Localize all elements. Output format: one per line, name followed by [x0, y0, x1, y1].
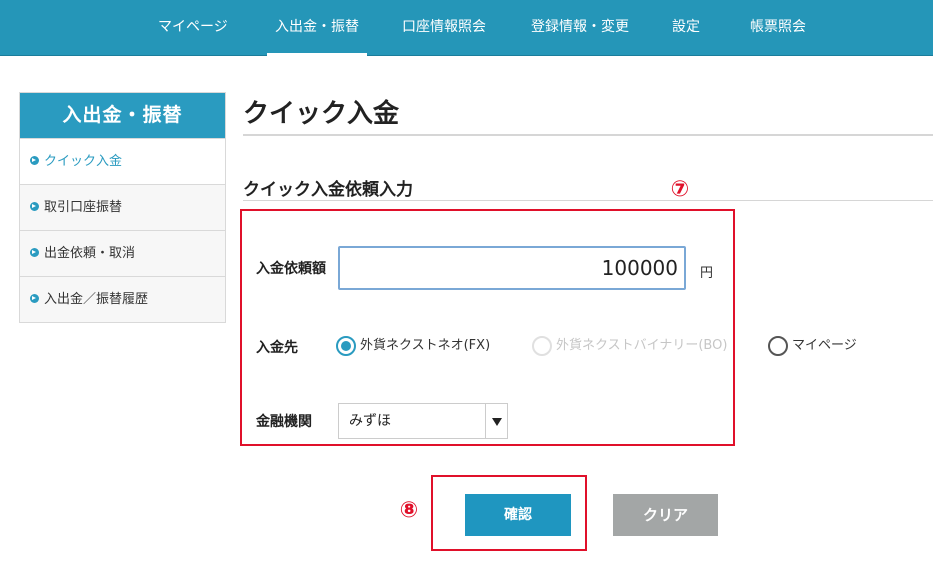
sidebar-item-label: 取引口座振替: [44, 200, 123, 215]
radio-checked-icon: [336, 335, 356, 356]
sidebar-item-label: クイック入金: [44, 154, 123, 169]
bullet-arrow-icon: [30, 248, 39, 257]
nav-item-deposit-transfer[interactable]: 入出金・振替: [267, 0, 367, 56]
bullet-arrow-icon: [30, 156, 39, 165]
bank-label: 金融機関: [256, 414, 312, 430]
bank-select-value: みずほ: [349, 413, 391, 429]
dropdown-arrow-icon: [485, 404, 507, 438]
nav-item-reports[interactable]: 帳票照会: [750, 0, 806, 56]
nav-item-registration[interactable]: 登録情報・変更: [531, 0, 629, 56]
bullet-arrow-icon: [30, 202, 39, 211]
annotation-number-buttons: ⑧: [399, 498, 419, 523]
clear-button[interactable]: クリア: [613, 494, 718, 536]
radio-label: 外貨ネクストネオ(FX): [360, 338, 491, 353]
radio-destination-bo: 外貨ネクストバイナリー(BO): [532, 335, 727, 357]
amount-label: 入金依頼額: [256, 261, 326, 277]
sidebar-item-account-transfer[interactable]: 取引口座振替: [20, 184, 225, 230]
section-title: クイック入金依頼入力: [243, 180, 413, 200]
page-title: クイック入金: [243, 99, 400, 129]
confirm-button[interactable]: 確認: [465, 494, 571, 536]
radio-disabled-icon: [532, 335, 552, 356]
bullet-arrow-icon: [30, 294, 39, 303]
radio-unchecked-icon: [768, 335, 788, 356]
sidebar-item-label: 入出金／振替履歴: [44, 292, 149, 307]
sidebar-item-label: 出金依頼・取消: [44, 246, 136, 261]
section-divider: [243, 200, 933, 201]
top-navigation: マイページ 入出金・振替 口座情報照会 登録情報・変更 設定 帳票照会: [0, 0, 933, 56]
radio-label: マイページ: [792, 338, 857, 353]
amount-input[interactable]: [338, 246, 686, 290]
sidebar-item-history[interactable]: 入出金／振替履歴: [20, 276, 225, 322]
sidebar-item-withdrawal[interactable]: 出金依頼・取消: [20, 230, 225, 276]
nav-item-settings[interactable]: 設定: [672, 0, 700, 56]
destination-label: 入金先: [256, 340, 298, 356]
sidebar-item-quick-deposit[interactable]: クイック入金: [20, 138, 225, 184]
radio-destination-fx[interactable]: 外貨ネクストネオ(FX): [336, 335, 490, 357]
sidebar: 入出金・振替 クイック入金 取引口座振替 出金依頼・取消 入出金／振替履歴: [19, 92, 226, 323]
nav-item-account-info[interactable]: 口座情報照会: [402, 0, 486, 56]
sidebar-header: 入出金・振替: [20, 93, 225, 138]
nav-item-mypage[interactable]: マイページ: [158, 0, 228, 56]
title-divider: [243, 134, 933, 136]
radio-destination-mypage[interactable]: マイページ: [768, 335, 857, 357]
amount-unit: 円: [700, 266, 714, 281]
annotation-number-form: ⑦: [670, 177, 690, 202]
radio-label: 外貨ネクストバイナリー(BO): [556, 338, 728, 353]
bank-select[interactable]: みずほ: [338, 403, 508, 439]
